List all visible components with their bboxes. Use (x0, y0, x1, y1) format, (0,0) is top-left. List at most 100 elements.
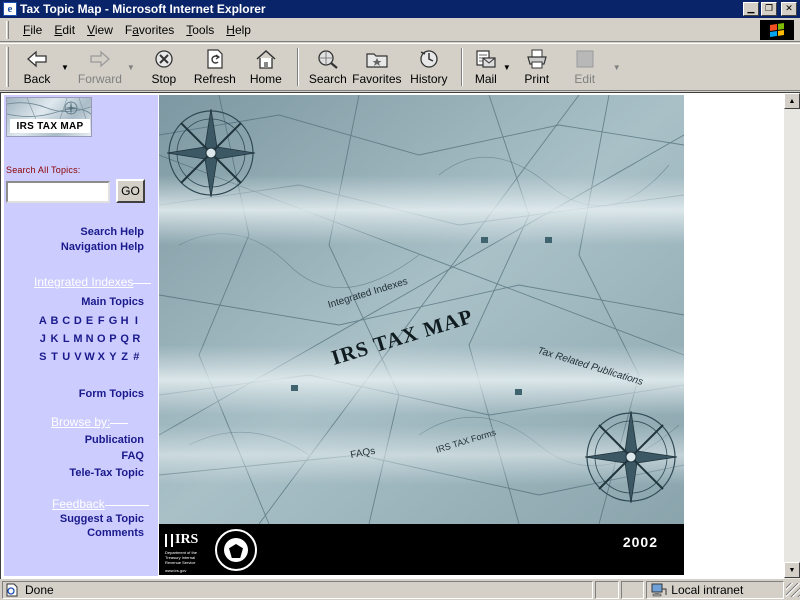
search-help-link[interactable]: Search Help (80, 226, 144, 238)
stop-label: Stop (151, 72, 177, 86)
stop-button[interactable]: Stop (139, 46, 189, 88)
alpha-link[interactable]: V (72, 351, 84, 363)
mail-button[interactable]: Mail (469, 46, 503, 88)
faq-link[interactable]: FAQ (121, 450, 144, 462)
alpha-index-row-2: J K L M N O P Q R (37, 333, 142, 345)
alpha-link[interactable]: P (107, 333, 119, 345)
favorites-button[interactable]: Favorites (351, 46, 403, 88)
publication-link[interactable]: Publication (85, 434, 144, 446)
ie-icon[interactable]: e (3, 2, 17, 16)
scroll-down-button[interactable]: ▼ (784, 562, 800, 578)
search-globe-icon (316, 48, 340, 70)
alpha-link[interactable]: # (131, 351, 143, 363)
mail-dropdown-icon[interactable]: ▼ (503, 63, 511, 72)
navigation-sidebar: IRS TAX MAP Search All Topics: GO Search… (4, 95, 158, 576)
menubar-grip[interactable] (6, 20, 9, 39)
alpha-link[interactable]: W (84, 351, 96, 363)
page-viewport: IRS TAX MAP Search All Topics: GO Search… (0, 92, 784, 579)
status-bar: Done Local intranet (0, 580, 800, 600)
forward-dropdown-icon[interactable]: ▼ (127, 63, 135, 72)
home-label: Home (249, 72, 282, 86)
refresh-label: Refresh (193, 72, 236, 86)
close-button[interactable]: ✕ (781, 2, 797, 16)
toolbar-grip[interactable] (6, 47, 9, 87)
go-button[interactable]: GO (116, 179, 145, 203)
navigation-help-link[interactable]: Navigation Help (61, 241, 144, 253)
resize-grip[interactable] (786, 583, 800, 597)
refresh-button[interactable]: Refresh (189, 46, 241, 88)
toolbar-separator (460, 48, 463, 86)
alpha-link[interactable]: Z (119, 351, 131, 363)
back-dropdown-icon[interactable]: ▼ (61, 63, 69, 72)
alpha-link[interactable]: I (131, 315, 143, 327)
minimize-button[interactable]: ▁ (743, 2, 759, 16)
scroll-up-button[interactable]: ▲ (784, 93, 800, 109)
menu-favorites[interactable]: Favorites (119, 23, 180, 37)
status-pane: Done (2, 581, 593, 599)
irs-logo-url: www.irs.gov (165, 568, 187, 573)
irs-logo[interactable]: IRS Department of the Treasury Internal … (165, 532, 205, 573)
forward-button[interactable]: Forward (73, 46, 127, 88)
menu-view[interactable]: View (81, 23, 119, 37)
alpha-link[interactable]: G (107, 315, 119, 327)
menu-edit[interactable]: Edit (48, 23, 81, 37)
print-label: Print (524, 72, 550, 86)
toolbar-separator (296, 48, 299, 86)
integrated-indexes-heading[interactable]: Integrated Indexes (34, 275, 152, 289)
search-button[interactable]: Search (305, 46, 351, 88)
alpha-link[interactable]: D (72, 315, 84, 327)
alpha-link[interactable]: J (37, 333, 49, 345)
alpha-link[interactable]: S (37, 351, 49, 363)
home-icon (254, 48, 278, 70)
alpha-link[interactable]: T (49, 351, 61, 363)
alpha-index-row-1: A B C D E F G H I (37, 315, 142, 327)
year-label: 2002 (622, 534, 658, 550)
zone-text: Local intranet (671, 583, 744, 597)
restore-button[interactable]: ❐ (761, 2, 777, 16)
alpha-link[interactable]: O (95, 333, 107, 345)
alpha-link[interactable]: N (84, 333, 96, 345)
history-icon (417, 48, 441, 70)
alpha-link[interactable]: Y (107, 351, 119, 363)
alpha-link[interactable]: B (49, 315, 61, 327)
comments-link[interactable]: Comments (87, 527, 144, 539)
main-topics-link[interactable]: Main Topics (81, 296, 144, 308)
mail-label: Mail (474, 72, 497, 86)
edit-dropdown-icon[interactable]: ▼ (613, 63, 621, 72)
print-button[interactable]: Print (515, 46, 559, 88)
alpha-link[interactable]: A (37, 315, 49, 327)
tax-map-image[interactable]: Integrated Indexes IRS TAX MAP Tax Relat… (159, 95, 684, 524)
menu-file[interactable]: File (17, 23, 48, 37)
alpha-link[interactable]: Q (119, 333, 131, 345)
alpha-link[interactable]: C (60, 315, 72, 327)
logo-text: IRS TAX MAP (10, 119, 90, 133)
search-input[interactable] (6, 181, 110, 203)
local-intranet-icon (651, 583, 667, 597)
mail-icon (474, 48, 498, 70)
alpha-link[interactable]: H (119, 315, 131, 327)
suggest-topic-link[interactable]: Suggest a Topic (60, 513, 144, 525)
back-button[interactable]: Back (13, 46, 61, 88)
tele-tax-topic-link[interactable]: Tele-Tax Topic (69, 467, 144, 479)
vertical-scrollbar[interactable]: ▲ ▼ (784, 92, 800, 579)
alpha-link[interactable]: L (60, 333, 72, 345)
map-illustration: Integrated Indexes IRS TAX MAP Tax Relat… (159, 95, 684, 524)
alpha-link[interactable]: U (60, 351, 72, 363)
history-button[interactable]: History (403, 46, 455, 88)
menu-help[interactable]: Help (220, 23, 257, 37)
alpha-link[interactable]: R (131, 333, 143, 345)
alpha-link[interactable]: M (72, 333, 84, 345)
forward-arrow-icon (88, 48, 112, 70)
alpha-link[interactable]: E (84, 315, 96, 327)
alpha-link[interactable]: F (95, 315, 107, 327)
alpha-link[interactable]: K (49, 333, 61, 345)
menu-tools[interactable]: Tools (180, 23, 220, 37)
home-button[interactable]: Home (241, 46, 291, 88)
feedback-heading[interactable]: Feedback (52, 497, 149, 511)
title-bar: e Tax Topic Map - Microsoft Internet Exp… (0, 0, 800, 18)
edit-button[interactable]: Edit (559, 46, 611, 88)
irs-tax-map-logo[interactable]: IRS TAX MAP (6, 97, 92, 137)
menu-bar: File Edit View Favorites Tools Help (0, 18, 800, 42)
form-topics-link[interactable]: Form Topics (79, 388, 144, 400)
alpha-link[interactable]: X (95, 351, 107, 363)
